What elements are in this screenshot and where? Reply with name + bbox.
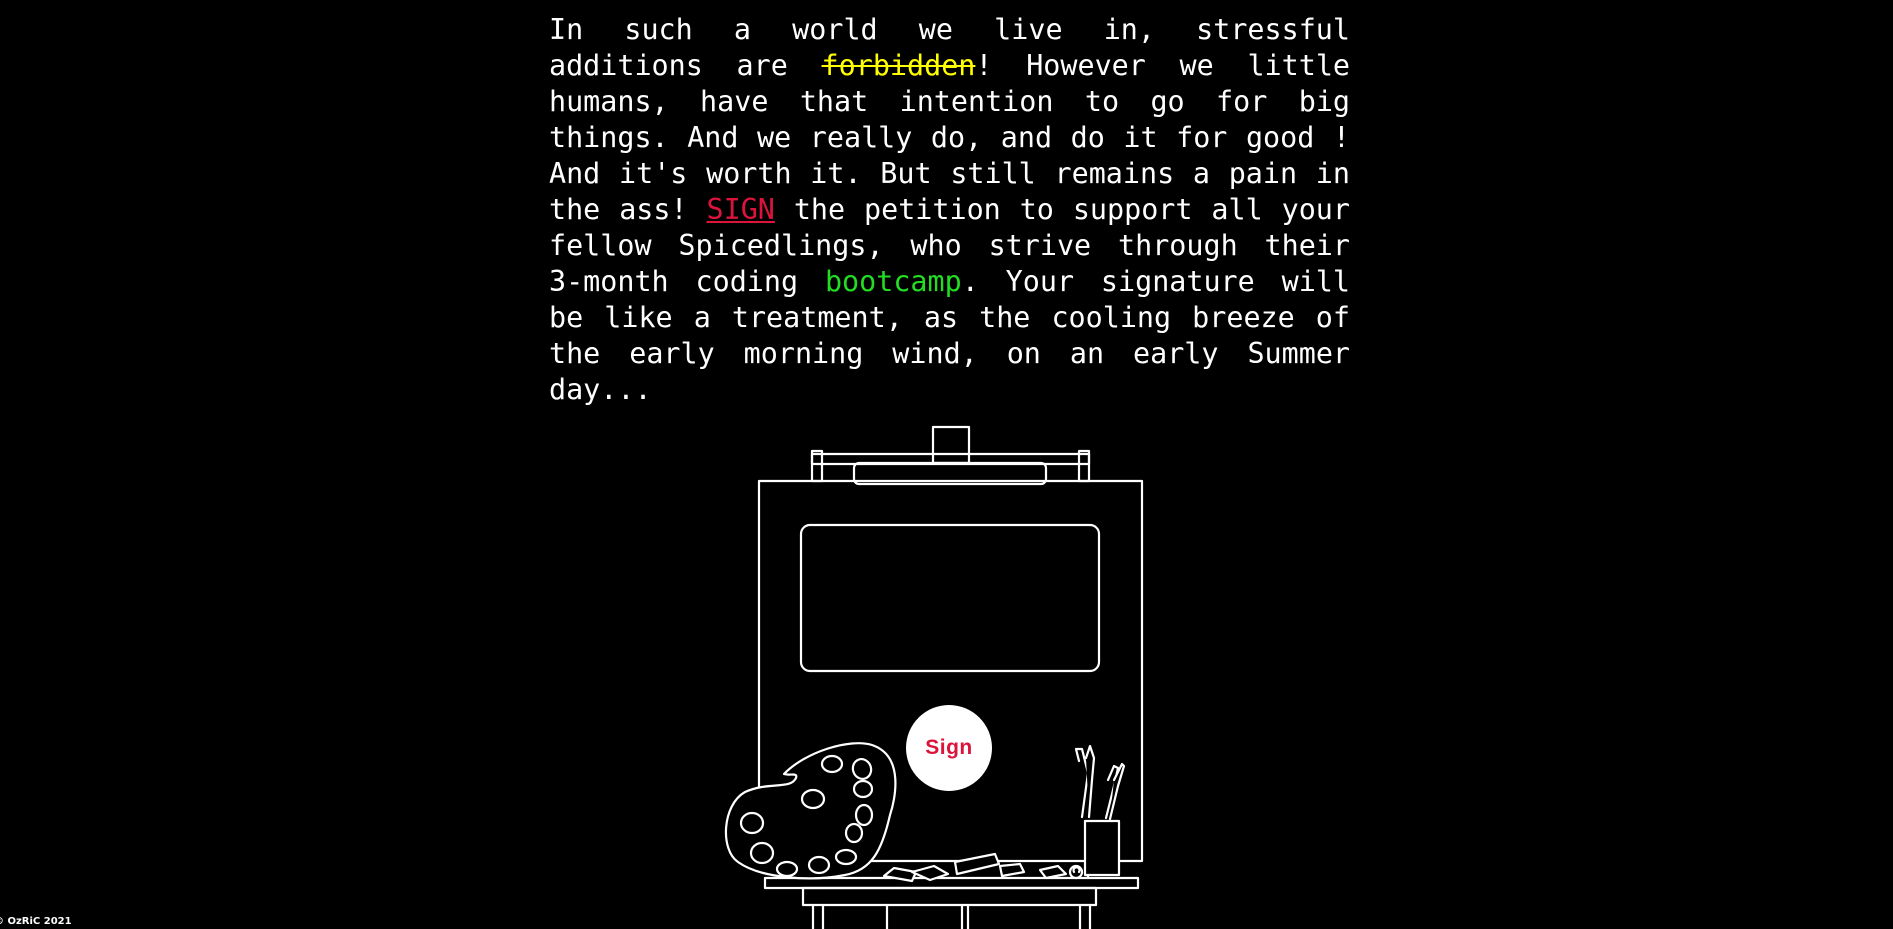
easel-crossbar-left-post <box>810 449 824 483</box>
easel-top-clamp <box>931 425 971 465</box>
easel-crossbar-right-post <box>1077 449 1091 483</box>
bootcamp-word: bootcamp <box>824 265 962 298</box>
paint-palette-icon <box>724 742 897 880</box>
easel-tray <box>763 876 1140 890</box>
easel-tray-shelf <box>801 886 1098 907</box>
easel-illustration <box>724 425 1144 929</box>
sign-button[interactable]: Sign <box>906 705 992 791</box>
intro-paragraph: In such a world we live in, stressful ad… <box>549 12 1350 408</box>
sign-link[interactable]: SIGN <box>707 193 775 226</box>
forbidden-word: forbidden <box>821 49 976 82</box>
easel-screen <box>799 523 1101 673</box>
brush-cup-icon <box>1074 744 1126 880</box>
copyright-text: © OzRiC 2021 <box>0 916 72 927</box>
